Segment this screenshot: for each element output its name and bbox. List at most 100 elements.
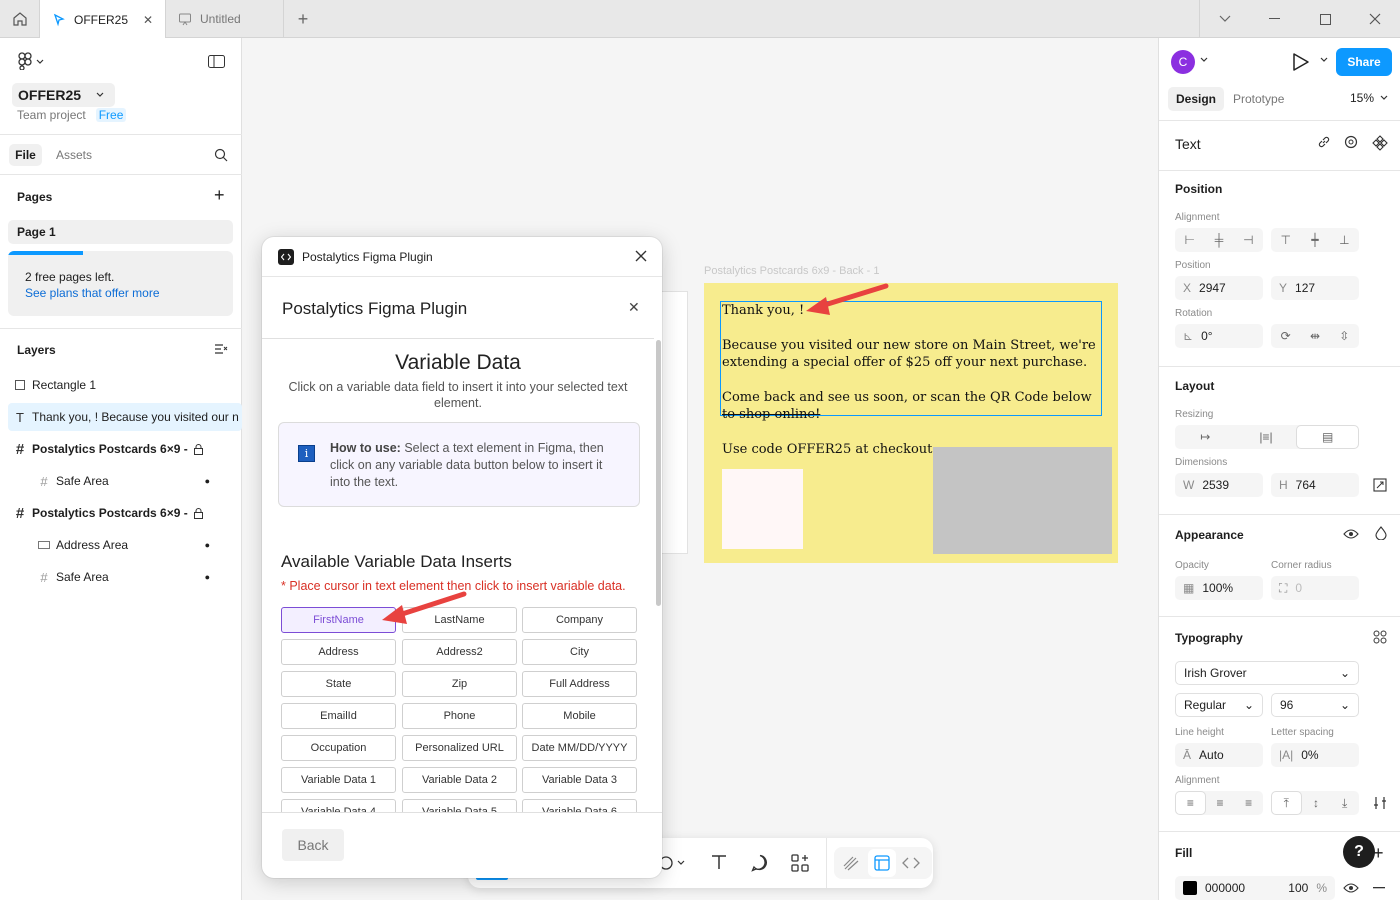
address-area-placeholder[interactable] <box>933 447 1112 554</box>
var-button-phone[interactable]: Phone <box>402 703 517 729</box>
chevron-down-icon[interactable] <box>1319 56 1329 64</box>
help-button[interactable]: ? <box>1343 836 1375 868</box>
opacity-field[interactable]: ▦ 100% <box>1175 576 1263 600</box>
lock-icon[interactable] <box>193 443 203 455</box>
link-icon[interactable] <box>1317 135 1331 149</box>
eye-icon[interactable] <box>1343 528 1359 540</box>
type-settings-icon[interactable] <box>1373 796 1387 810</box>
comment-tool[interactable] <box>751 854 769 872</box>
var-button-full-address[interactable]: Full Address <box>522 671 637 697</box>
tab-menu-button[interactable] <box>1200 0 1250 38</box>
page-item-1[interactable]: Page 1 <box>8 220 233 244</box>
rotation-field[interactable]: ⊾ 0° <box>1175 324 1263 348</box>
eye-icon[interactable] <box>1343 882 1359 894</box>
home-button[interactable] <box>0 0 40 38</box>
text-align-left-icon[interactable]: ≡ <box>1175 791 1206 815</box>
var-button-personalized-url[interactable]: Personalized URL <box>402 735 517 761</box>
align-center-v-icon[interactable]: ┿ <box>1300 228 1329 252</box>
project-name-button[interactable]: OFFER25 <box>12 83 116 107</box>
layer-rectangle[interactable]: Rectangle 1 <box>8 371 242 399</box>
plugin-header-close-button[interactable]: ✕ <box>628 299 640 316</box>
var-button-date[interactable]: Date MM/DD/YYYY <box>522 735 637 761</box>
present-button[interactable] <box>1291 52 1311 72</box>
var-button-city[interactable]: City <box>522 639 637 665</box>
toggle-sidebar-button[interactable] <box>208 55 226 69</box>
blend-mode-icon[interactable] <box>1375 526 1387 540</box>
close-plugin-button[interactable] <box>635 250 647 262</box>
var-button-state[interactable]: State <box>281 671 396 697</box>
align-left-icon[interactable]: ⊢ <box>1175 228 1204 252</box>
plugin-scrollbar[interactable] <box>656 340 661 606</box>
add-page-button[interactable]: + <box>214 186 225 204</box>
tab-offer25[interactable]: OFFER25 ✕ <box>40 0 166 39</box>
text-tool[interactable] <box>711 854 727 870</box>
hug-width-icon[interactable]: |≡| <box>1236 425 1297 449</box>
frame-label[interactable]: Postalytics Postcards 6x9 - Back - 1 <box>704 265 879 277</box>
maximize-button[interactable] <box>1300 0 1350 38</box>
text-styles-icon[interactable] <box>1373 630 1387 644</box>
tab-prototype[interactable]: Prototype <box>1233 92 1284 106</box>
var-button-address[interactable]: Address <box>281 639 396 665</box>
flip-vertical-icon[interactable]: ⇳ <box>1330 324 1359 348</box>
tab-file[interactable]: File <box>9 144 42 166</box>
var-button-variable-data-1[interactable]: Variable Data 1 <box>281 767 396 793</box>
fill-swatch[interactable] <box>1183 881 1197 895</box>
close-tab-icon[interactable]: ✕ <box>143 13 153 27</box>
align-center-h-icon[interactable]: ╪ <box>1204 228 1233 252</box>
add-fill-button[interactable]: + <box>1373 843 1384 864</box>
x-field[interactable]: X 2947 <box>1175 276 1263 300</box>
line-height-field[interactable]: Ā Auto <box>1175 743 1263 767</box>
draw-mode[interactable] <box>842 854 860 872</box>
design-mode[interactable] <box>868 849 896 877</box>
remove-fill-icon[interactable] <box>1373 887 1385 889</box>
layer-frame-postcard-2[interactable]: # Postalytics Postcards 6×9 - <box>8 499 242 527</box>
align-bottom-icon[interactable]: ⊥ <box>1330 228 1359 252</box>
dev-mode[interactable] <box>902 854 920 872</box>
var-button-variable-data-5[interactable]: Variable Data 5 <box>402 799 517 812</box>
tab-assets[interactable]: Assets <box>56 148 92 162</box>
tab-untitled[interactable]: Untitled <box>166 0 284 38</box>
fixed-width-icon[interactable]: ↦ <box>1175 425 1236 449</box>
text-align-bottom-icon[interactable]: ⤓ <box>1330 791 1359 815</box>
font-size-select[interactable]: 96 ⌄ <box>1271 693 1359 717</box>
y-field[interactable]: Y 127 <box>1271 276 1359 300</box>
text-align-middle-icon[interactable]: ↕ <box>1302 791 1331 815</box>
var-button-mobile[interactable]: Mobile <box>522 703 637 729</box>
layer-safe-area-2[interactable]: # Safe Area ● <box>8 563 242 591</box>
height-field[interactable]: H 764 <box>1271 473 1359 497</box>
layer-text-selected[interactable]: T Thank you, ! Because you visited our n <box>8 403 242 431</box>
plan-badge[interactable]: Free <box>95 108 127 122</box>
align-right-icon[interactable]: ⊣ <box>1234 228 1263 252</box>
text-align-top-icon[interactable]: ⤒ <box>1271 791 1302 815</box>
auto-height-icon[interactable]: ▤ <box>1296 425 1360 449</box>
share-button[interactable]: Share <box>1336 48 1392 76</box>
width-field[interactable]: W 2539 <box>1175 473 1263 497</box>
var-button-variable-data-2[interactable]: Variable Data 2 <box>402 767 517 793</box>
style-icon[interactable] <box>1344 135 1358 149</box>
font-family-select[interactable]: Irish Grover ⌄ <box>1175 661 1359 685</box>
layer-safe-area-1[interactable]: # Safe Area ● <box>8 467 242 495</box>
var-button-variable-data-3[interactable]: Variable Data 3 <box>522 767 637 793</box>
rotate-icon[interactable]: ⟳ <box>1271 324 1300 348</box>
var-button-occupation[interactable]: Occupation <box>281 735 396 761</box>
corner-radius-field[interactable]: ⛶ 0 <box>1271 576 1359 600</box>
chevron-down-icon[interactable] <box>1199 56 1209 64</box>
collapse-layers-button[interactable] <box>214 343 228 355</box>
var-button-zip[interactable]: Zip <box>402 671 517 697</box>
text-align-right-icon[interactable]: ≡ <box>1234 791 1263 815</box>
var-button-variable-data-6[interactable]: Variable Data 6 <box>522 799 637 812</box>
align-top-icon[interactable]: ⊤ <box>1271 228 1300 252</box>
layer-address-area[interactable]: Address Area ● <box>8 531 242 559</box>
var-button-company[interactable]: Company <box>522 607 637 633</box>
font-weight-select[interactable]: Regular ⌄ <box>1175 693 1263 717</box>
var-button-variable-data-4[interactable]: Variable Data 4 <box>281 799 396 812</box>
component-icon[interactable] <box>1372 135 1388 151</box>
qr-code-placeholder[interactable] <box>722 469 803 549</box>
lock-icon[interactable] <box>193 507 203 519</box>
layer-frame-postcard-1[interactable]: # Postalytics Postcards 6×9 - <box>8 435 242 463</box>
shape-tool[interactable] <box>658 854 686 872</box>
main-menu-button[interactable] <box>16 52 46 70</box>
zoom-control[interactable]: 15% <box>1350 91 1388 105</box>
minimize-button[interactable] <box>1250 0 1300 38</box>
fill-color-field[interactable]: 000000 100 % <box>1175 876 1335 900</box>
